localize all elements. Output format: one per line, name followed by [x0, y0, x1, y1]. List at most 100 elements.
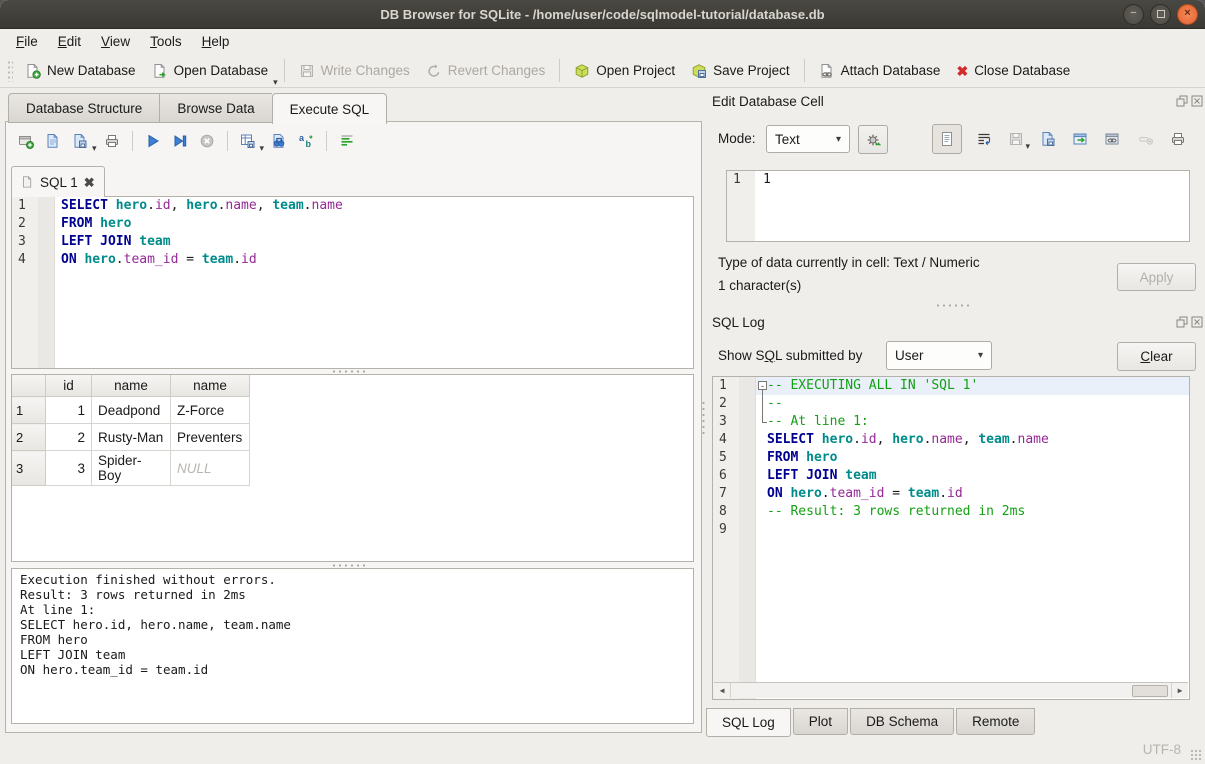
sql-toolbar-separator — [132, 131, 133, 151]
table-row[interactable]: 11DeadpondZ-Force — [12, 397, 250, 424]
tab-browse-data[interactable]: Browse Data — [159, 93, 271, 123]
write-changes-button[interactable]: Write Changes — [291, 59, 418, 83]
save-results-button[interactable] — [236, 129, 260, 153]
row-number[interactable]: 2 — [12, 424, 46, 451]
column-header-name1[interactable]: name — [92, 375, 171, 397]
tab-execute-sql[interactable]: Execute SQL — [272, 93, 388, 124]
panel-splitter-handle[interactable] — [701, 400, 706, 434]
replace-button[interactable]: ab — [294, 129, 318, 153]
cell-value-editor[interactable]: 11 — [726, 170, 1190, 242]
minimize-icon: − — [1130, 7, 1136, 19]
print-cell-button[interactable] — [1166, 127, 1190, 151]
sql1-tab-close-icon[interactable]: ✖ — [84, 176, 95, 189]
save-project-button[interactable]: Save Project — [683, 59, 798, 83]
close-panel-icon[interactable] — [1191, 316, 1203, 328]
table-cell[interactable]: Spider-Boy — [92, 451, 171, 486]
fold-collapse-icon[interactable]: - — [758, 381, 767, 390]
open-project-button[interactable]: Open Project — [566, 59, 683, 83]
open-database-dropdown[interactable]: ▾ — [273, 77, 278, 87]
table-cell[interactable]: NULL — [171, 451, 250, 486]
table-cell[interactable]: 2 — [46, 424, 92, 451]
table-row[interactable]: 22Rusty-ManPreventers — [12, 424, 250, 451]
import-data-button[interactable]: ▾ — [1004, 127, 1028, 151]
revert-changes-button[interactable]: Revert Changes — [418, 59, 554, 83]
tab-plot[interactable]: Plot — [793, 708, 848, 735]
text-mode-button[interactable] — [932, 124, 962, 154]
table-cell[interactable]: Z-Force — [171, 397, 250, 424]
column-header-name2[interactable]: name — [171, 375, 250, 397]
resize-grip[interactable] — [1190, 749, 1202, 761]
menu-tools[interactable]: Tools — [140, 31, 192, 52]
scroll-right-arrow[interactable]: ▶ — [1171, 683, 1188, 698]
table-cell[interactable]: 1 — [46, 397, 92, 424]
find-button[interactable] — [267, 129, 291, 153]
close-database-button[interactable]: ✖ Close Database — [948, 59, 1078, 83]
format-sql-button[interactable] — [335, 129, 359, 153]
main-tab-bar: Database Structure Browse Data Execute S… — [8, 93, 387, 124]
menu-view[interactable]: View — [91, 31, 140, 52]
db-browser-window: DB Browser for SQLite - /home/user/code/… — [0, 0, 1205, 764]
scrollbar-thumb[interactable] — [1132, 685, 1168, 697]
float-panel-icon[interactable] — [1176, 316, 1188, 328]
menu-file[interactable]: File — [6, 31, 48, 52]
execute-line-button[interactable] — [168, 129, 192, 153]
sql-editor[interactable]: 1SELECT hero.id, hero.name, team.name2FR… — [11, 196, 694, 369]
mode-select[interactable]: Text ▾ — [766, 125, 850, 153]
sql-log-view[interactable]: 1--- EXECUTING ALL IN 'SQL 1'2--3-- At l… — [712, 376, 1190, 700]
attach-database-button[interactable]: Attach Database — [811, 59, 949, 83]
row-number[interactable]: 3 — [12, 451, 46, 486]
table-cell[interactable]: Deadpond — [92, 397, 171, 424]
table-cell[interactable]: Preventers — [171, 424, 250, 451]
open-sql-file-button[interactable] — [41, 129, 65, 153]
new-database-button[interactable]: New Database — [17, 59, 144, 83]
execute-all-button[interactable] — [141, 129, 165, 153]
results-grid[interactable]: id name name 11DeadpondZ-Force22Rusty-Ma… — [11, 374, 694, 562]
sql1-tab[interactable]: SQL 1 ✖ — [11, 166, 105, 197]
save-sql-dropdown[interactable]: ▾ — [92, 143, 97, 153]
tab-remote[interactable]: Remote — [956, 708, 1035, 735]
clear-log-button[interactable]: Clear — [1117, 342, 1196, 371]
save-as-button[interactable] — [1036, 127, 1060, 151]
apply-format-button[interactable] — [858, 125, 888, 154]
export-button[interactable] — [1068, 127, 1092, 151]
row-number[interactable]: 1 — [12, 397, 46, 424]
open-in-browser-button[interactable] — [1100, 127, 1124, 151]
minimize-button[interactable]: − — [1123, 4, 1144, 25]
table-cell[interactable]: Rusty-Man — [92, 424, 171, 451]
tab-database-structure[interactable]: Database Structure — [8, 93, 159, 123]
maximize-button[interactable] — [1150, 4, 1171, 25]
line-number: 2 — [719, 395, 727, 413]
execution-message[interactable]: Execution finished without errors. Resul… — [11, 568, 694, 724]
tab-db-schema[interactable]: DB Schema — [850, 708, 954, 735]
maximize-icon — [1157, 10, 1165, 18]
line-number: 1 — [18, 197, 26, 215]
save-sql-file-button[interactable] — [68, 129, 92, 153]
close-button[interactable]: × — [1177, 4, 1198, 25]
log-filter-select[interactable]: User ▾ — [886, 341, 992, 370]
toolbar-handle[interactable] — [7, 60, 13, 82]
stop-button[interactable] — [195, 129, 219, 153]
apply-button[interactable]: Apply — [1117, 263, 1196, 291]
log-horizontal-scrollbar[interactable]: ◀ ▶ — [714, 682, 1188, 698]
log-line: 3-- At line 1: — [713, 413, 1189, 431]
save-results-dropdown[interactable]: ▾ — [260, 143, 265, 153]
set-null-icon — [1138, 131, 1154, 147]
scroll-left-arrow[interactable]: ◀ — [714, 683, 731, 698]
set-null-button[interactable] — [1134, 127, 1158, 151]
close-panel-icon[interactable] — [1191, 95, 1203, 107]
word-wrap-button[interactable] — [972, 127, 996, 151]
print-sql-button[interactable] — [100, 129, 124, 153]
tab-sql-log[interactable]: SQL Log — [706, 708, 791, 737]
float-panel-icon[interactable] — [1176, 95, 1188, 107]
menu-help[interactable]: Help — [192, 31, 240, 52]
sql-document-icon — [21, 175, 34, 189]
column-header-id[interactable]: id — [46, 375, 92, 397]
table-cell[interactable]: 3 — [46, 451, 92, 486]
new-sql-tab-button[interactable] — [14, 129, 38, 153]
menu-edit[interactable]: Edit — [48, 31, 91, 52]
open-database-button[interactable]: Open Database — [144, 59, 277, 83]
table-row[interactable]: 33Spider-BoyNULL — [12, 451, 250, 486]
splitter-handle[interactable] — [935, 303, 969, 308]
corner-header[interactable] — [12, 375, 46, 397]
titlebar[interactable]: DB Browser for SQLite - /home/user/code/… — [0, 0, 1205, 29]
